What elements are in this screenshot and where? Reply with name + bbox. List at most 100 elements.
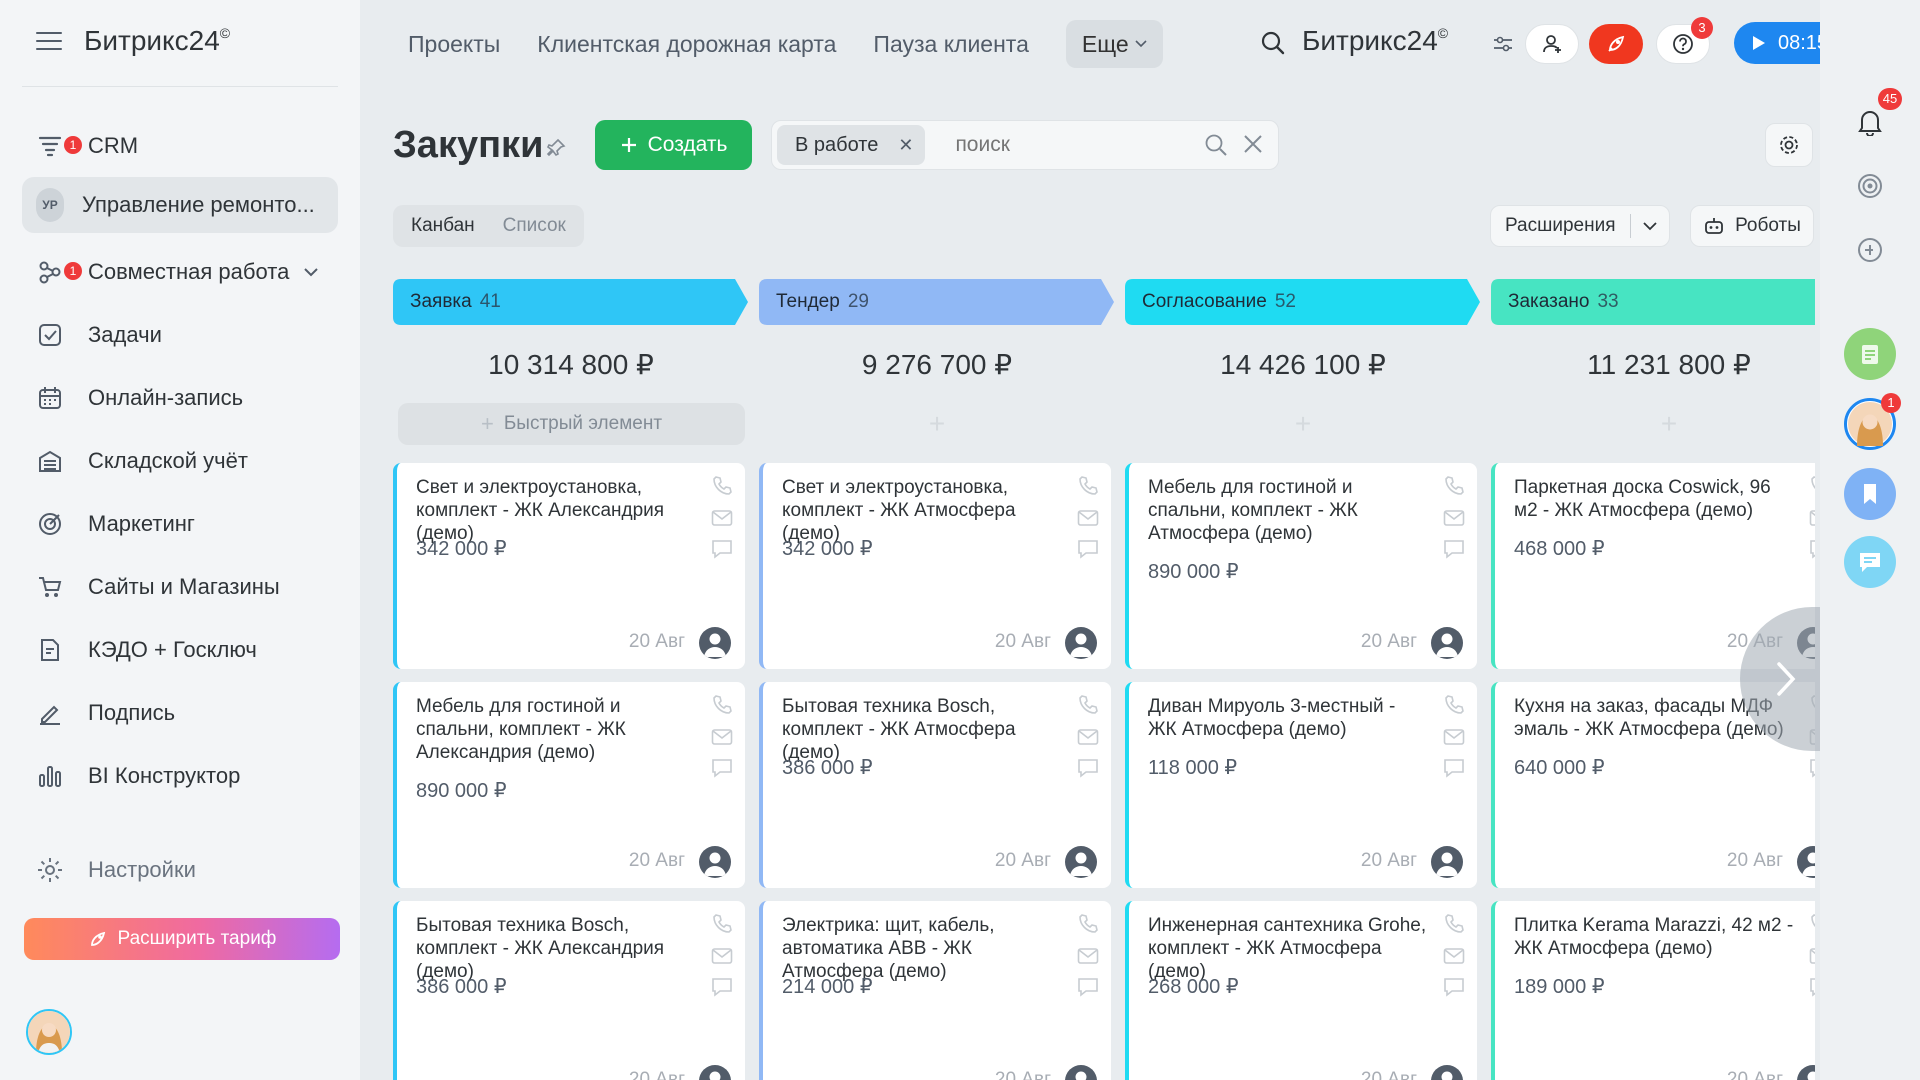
notifications-bell[interactable]: 45 [1844, 88, 1902, 148]
menu-burger-icon[interactable] [36, 32, 62, 52]
search-input[interactable] [955, 133, 1206, 157]
close-icon[interactable]: ✕ [898, 135, 913, 156]
kanban-settings-button[interactable] [1765, 123, 1813, 167]
responsible-avatar[interactable] [699, 627, 731, 659]
phone-icon[interactable] [1809, 475, 1815, 497]
global-search-icon[interactable] [1260, 30, 1286, 56]
rocket-button[interactable] [1589, 24, 1643, 64]
comment-icon[interactable] [1077, 977, 1099, 997]
add-item-button[interactable]: + [759, 403, 1115, 445]
email-icon[interactable] [1809, 509, 1815, 527]
sidebar-logo[interactable]: Битрикс24© [84, 25, 230, 57]
card-title[interactable]: Паркетная доска Coswick, 96 м2 - ЖК Атмо… [1514, 476, 1794, 522]
top-logo[interactable]: Битрикс24© [1302, 25, 1448, 57]
phone-icon[interactable] [1809, 913, 1815, 935]
sidebar-item-marketing[interactable]: Маркетинг [22, 492, 338, 555]
phone-icon[interactable] [1443, 475, 1465, 497]
clear-icon[interactable] [1242, 133, 1264, 155]
card-title[interactable]: Электрика: щит, кабель, автоматика ABB -… [782, 914, 1062, 983]
email-icon[interactable] [1077, 728, 1099, 746]
bookmarks-button[interactable] [1844, 468, 1896, 520]
responsible-avatar[interactable] [1797, 1065, 1815, 1080]
card-title[interactable]: Бытовая техника Bosch, комплект - ЖК Атм… [782, 695, 1062, 764]
card-title[interactable]: Свет и электроустановка, комплект - ЖК А… [782, 476, 1062, 545]
email-icon[interactable] [1077, 947, 1099, 965]
sidebar-item-collaboration[interactable]: 1 Совместная работа [22, 240, 338, 303]
email-icon[interactable] [1443, 947, 1465, 965]
invite-user-button[interactable] [1525, 24, 1579, 64]
filter-sliders-button[interactable] [1488, 24, 1518, 64]
card-title[interactable]: Свет и электроустановка, комплект - ЖК А… [416, 476, 696, 545]
comment-icon[interactable] [1443, 977, 1465, 997]
filter-chip-in-progress[interactable]: В работе ✕ [777, 125, 926, 165]
deal-card[interactable]: Мебель для гостиной и спальни, комплект … [1125, 463, 1477, 669]
sidebar-item-crm[interactable]: 1 CRM [22, 114, 338, 177]
comment-icon[interactable] [1443, 758, 1465, 778]
extensions-button[interactable]: Расширения [1490, 205, 1670, 247]
phone-icon[interactable] [711, 694, 733, 716]
responsible-avatar[interactable] [1431, 627, 1463, 659]
tab-list[interactable]: Список [489, 209, 580, 243]
responsible-avatar[interactable] [1797, 846, 1815, 878]
quick-add-button[interactable]: + Быстрый элемент [398, 403, 745, 445]
card-title[interactable]: Бытовая техника Bosch, комплект - ЖК Але… [416, 914, 696, 983]
top-nav-more[interactable]: Еще [1065, 20, 1163, 68]
chat-search-button[interactable] [1844, 224, 1896, 276]
add-item-button[interactable]: + [1125, 403, 1481, 445]
deal-card[interactable]: Свет и электроустановка, комплект - ЖК А… [759, 463, 1111, 669]
stage-header[interactable]: Тендер 29 [759, 279, 1115, 325]
upgrade-plan-button[interactable]: Расширить тариф [24, 918, 340, 960]
search-icon[interactable] [1204, 133, 1228, 157]
comment-icon[interactable] [1077, 539, 1099, 559]
phone-icon[interactable] [1077, 694, 1099, 716]
responsible-avatar[interactable] [699, 846, 731, 878]
help-button[interactable]: 3 [1656, 17, 1713, 64]
phone-icon[interactable] [1443, 694, 1465, 716]
card-title[interactable]: Плитка Kerama Marazzi, 42 м2 - ЖК Атмосф… [1514, 914, 1794, 960]
responsible-avatar[interactable] [1065, 846, 1097, 878]
deal-card[interactable]: Инженерная сантехника Grohe, комплект - … [1125, 901, 1477, 1080]
card-title[interactable]: Инженерная сантехника Grohe, комплект - … [1148, 914, 1428, 983]
stage-header[interactable]: Согласование 52 [1125, 279, 1481, 325]
card-title[interactable]: Диван Мируоль 3-местный - ЖК Атмосфера (… [1148, 695, 1428, 741]
phone-icon[interactable] [1077, 913, 1099, 935]
email-icon[interactable] [1077, 509, 1099, 527]
tab-kanban[interactable]: Канбан [397, 209, 489, 243]
comment-icon[interactable] [1809, 977, 1815, 997]
chat-avatar[interactable]: 1 [1844, 393, 1901, 450]
create-button[interactable]: Создать [595, 120, 752, 170]
sidebar-item-online-booking[interactable]: Онлайн-запись [22, 366, 338, 429]
email-icon[interactable] [711, 509, 733, 527]
stage-header[interactable]: Заявка 41 [393, 279, 749, 325]
deal-card[interactable]: Мебель для гостиной и спальни, комплект … [393, 682, 745, 888]
comment-icon[interactable] [1443, 539, 1465, 559]
comment-icon[interactable] [711, 758, 733, 778]
deal-card[interactable]: Бытовая техника Bosch, комплект - ЖК Але… [393, 901, 745, 1080]
comment-icon[interactable] [711, 977, 733, 997]
email-icon[interactable] [1809, 947, 1815, 965]
chats-button[interactable] [1844, 536, 1896, 588]
sidebar-item-sites-shops[interactable]: Сайты и Магазины [22, 555, 338, 618]
email-icon[interactable] [1443, 509, 1465, 527]
robots-button[interactable]: Роботы [1690, 205, 1814, 247]
top-nav-customer-journey[interactable]: Клиентская дорожная карта [537, 20, 836, 68]
comment-icon[interactable] [711, 539, 733, 559]
sidebar-item-kedo[interactable]: КЭДО + Госключ [22, 618, 338, 681]
stage-header[interactable]: Заказано 33 [1491, 279, 1815, 325]
card-title[interactable]: Мебель для гостиной и спальни, комплект … [1148, 476, 1428, 545]
copilot-button[interactable] [1844, 160, 1896, 212]
deal-card[interactable]: Бытовая техника Bosch, комплект - ЖК Атм… [759, 682, 1111, 888]
sidebar-item-repair-management[interactable]: УР Управление ремонто... [22, 177, 338, 233]
responsible-avatar[interactable] [1431, 1065, 1463, 1080]
sidebar-item-tasks[interactable]: Задачи [22, 303, 338, 366]
email-icon[interactable] [711, 947, 733, 965]
user-avatar[interactable] [26, 1009, 72, 1055]
sidebar-item-warehouse[interactable]: Складской учёт [22, 429, 338, 492]
deal-card[interactable]: Электрика: щит, кабель, автоматика ABB -… [759, 901, 1111, 1080]
deal-card[interactable]: Свет и электроустановка, комплект - ЖК А… [393, 463, 745, 669]
responsible-avatar[interactable] [1431, 846, 1463, 878]
sidebar-item-bi-builder[interactable]: BI Конструктор [22, 744, 338, 807]
comment-icon[interactable] [1809, 539, 1815, 559]
sidebar-item-signature[interactable]: Подпись [22, 681, 338, 744]
responsible-avatar[interactable] [699, 1065, 731, 1080]
